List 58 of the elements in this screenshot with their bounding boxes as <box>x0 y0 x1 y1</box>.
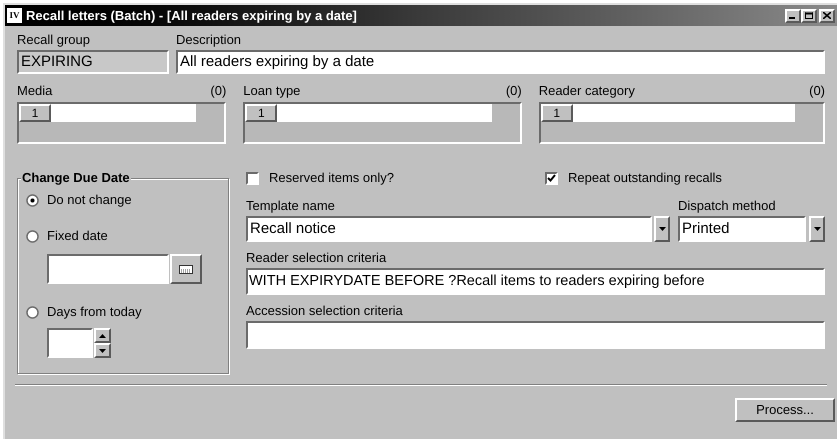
row-number: 1 <box>19 104 51 122</box>
dropdown-button[interactable] <box>809 216 825 242</box>
count-label: (0) <box>210 83 226 99</box>
count-label: (0) <box>809 83 825 99</box>
field-label: Accession selection criteria <box>246 303 404 319</box>
spin-down-button[interactable] <box>94 343 111 358</box>
reader-criteria-field[interactable]: WITH EXPIRYDATE BEFORE ?Recall items to readers expiring before <box>246 268 825 295</box>
field-label: Description <box>176 32 242 48</box>
maximize-button[interactable] <box>801 8 817 22</box>
list-entry-field[interactable] <box>572 104 795 122</box>
days-field[interactable] <box>47 328 93 358</box>
template-dropdown[interactable]: Recall notice <box>246 216 652 242</box>
list-box[interactable]: 1 <box>243 102 522 144</box>
checkbox-label: Repeat outstanding recalls <box>568 170 722 186</box>
radio-button[interactable] <box>26 194 39 206</box>
calendar-icon <box>179 264 193 274</box>
radio-label: Fixed date <box>47 228 108 244</box>
calendar-button[interactable] <box>170 254 202 284</box>
minimize-button[interactable] <box>785 8 801 22</box>
field-label: Reader selection criteria <box>246 250 388 266</box>
date-field[interactable] <box>47 254 169 284</box>
radio-button[interactable] <box>26 230 39 242</box>
dropdown-button[interactable] <box>654 216 670 242</box>
field-label: Template name <box>246 198 336 214</box>
dispatch-dropdown[interactable]: Printed <box>678 216 806 242</box>
field-label: Dispatch method <box>678 198 777 214</box>
close-icon <box>823 12 831 19</box>
up-caret-icon <box>99 334 106 338</box>
radio-label: Days from today <box>47 304 142 320</box>
count-label: (0) <box>506 83 522 99</box>
field-label: Recall group <box>17 32 91 48</box>
close-button[interactable] <box>819 8 835 22</box>
group-title: Change Due Date <box>21 170 131 186</box>
radio-label: Do not change <box>47 192 132 208</box>
maximize-icon <box>805 12 813 19</box>
row-number: 1 <box>245 104 278 122</box>
radio-button[interactable] <box>26 306 39 318</box>
caret-icon <box>658 227 666 231</box>
row-number: 1 <box>540 104 573 122</box>
checkbox-label: Reserved items only? <box>269 170 394 186</box>
spin-up-button[interactable] <box>94 328 111 343</box>
app-badge: IV <box>7 8 22 23</box>
caret-icon <box>99 348 106 352</box>
list-entry-field[interactable] <box>51 104 196 122</box>
recall-group-field[interactable]: EXPIRING <box>17 50 169 74</box>
list-box[interactable]: 1 <box>538 102 825 144</box>
list-box[interactable]: 1 <box>17 102 226 144</box>
list-entry-field[interactable] <box>277 104 492 122</box>
list-label: Loan type <box>243 83 300 99</box>
accession-criteria-field[interactable] <box>246 321 825 349</box>
process-button[interactable]: Process... <box>735 398 835 422</box>
list-label: Media <box>17 83 52 99</box>
caret-icon <box>814 227 820 231</box>
window-title: Recall letters (Batch) - [All readers expiring by a date] <box>26 6 357 25</box>
description-field[interactable]: All readers expiring by a date <box>176 50 825 74</box>
checkbox[interactable] <box>246 172 259 184</box>
checkbox[interactable] <box>545 172 558 184</box>
list-label: Reader category <box>538 83 635 99</box>
